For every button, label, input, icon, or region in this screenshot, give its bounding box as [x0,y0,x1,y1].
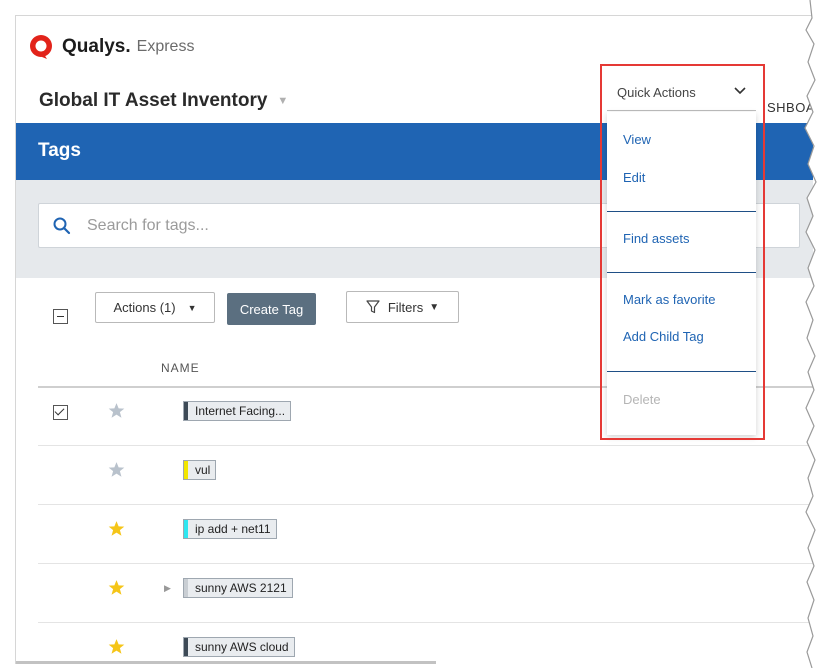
search-input[interactable] [85,215,689,236]
page-title: Tags [38,140,81,161]
menu-item-mark-favorite[interactable]: Mark as favorite [623,292,715,307]
tag-name: sunny AWS 2121 [195,581,287,595]
menu-item-view[interactable]: View [623,132,651,147]
tag-chip[interactable]: Internet Facing... [183,401,292,421]
menu-item-add-child-tag[interactable]: Add Child Tag [623,329,704,344]
brand: Qualys. Express [28,32,194,62]
menu-divider [607,211,756,212]
tag-chip[interactable]: sunny AWS cloud [183,637,295,657]
filter-funnel-icon [366,300,380,314]
tag-chip[interactable]: vul [183,460,217,480]
tag-color-swatch [184,402,188,420]
favorite-star-icon[interactable] [108,579,125,596]
app-window: Qualys. Express Global IT Asset Inventor… [15,15,813,664]
menu-divider [607,272,756,273]
favorite-star-icon[interactable] [108,520,125,537]
qualys-logo-icon [30,35,52,59]
menu-divider [607,371,756,372]
actions-dropdown[interactable]: Actions (1) ▼ [95,292,215,323]
tag-chip[interactable]: sunny AWS 2121 [183,578,293,598]
tag-name: vul [195,463,211,477]
star-outline-icon[interactable] [108,402,125,419]
search-icon [53,217,71,234]
expand-caret-icon[interactable]: ▶ [164,583,171,594]
quick-actions-dropdown[interactable]: Quick Actions [607,74,756,111]
app-title: Global IT Asset Inventory [39,90,268,111]
brand-name: Qualys. [62,36,131,57]
app-switcher[interactable]: Global IT Asset Inventory ▼ [39,90,288,112]
caret-down-icon: ▼ [277,95,289,107]
horizontal-scrollbar[interactable] [16,661,436,664]
tag-color-swatch [184,461,188,479]
table-row[interactable]: ▶ sunny AWS 2121 [38,564,813,623]
row-checkbox[interactable] [53,405,68,420]
tag-chip[interactable]: ip add + net11 [183,519,277,539]
chevron-down-icon [734,87,746,95]
brand-sub: Express [136,38,195,55]
menu-item-edit[interactable]: Edit [623,170,645,185]
select-all-checkbox[interactable] [53,309,68,324]
torn-edge-decoration [804,0,827,668]
filters-label: Filters [387,299,424,315]
favorite-star-icon[interactable] [108,638,125,655]
table-row[interactable]: vul [38,446,813,505]
table-row[interactable]: sunny AWS cloud [38,623,813,664]
quick-actions-menu: View Edit Find assets Mark as favorite A… [607,112,756,435]
filters-button[interactable]: Filters ▼ [346,291,459,323]
tag-name: ip add + net11 [195,522,271,536]
table-row[interactable]: ip add + net11 [38,505,813,564]
column-header-name[interactable]: NAME [161,361,200,375]
caret-down-icon: ▼ [429,301,440,313]
tag-color-swatch [184,520,188,538]
menu-item-delete: Delete [623,392,661,407]
star-outline-icon[interactable] [108,461,125,478]
actions-label: Actions (1) [113,300,176,315]
caret-down-icon: ▼ [187,302,197,313]
tag-name: Internet Facing... [195,404,286,418]
quick-actions-label: Quick Actions [617,84,696,100]
create-tag-button[interactable]: Create Tag [227,293,316,325]
tag-name: sunny AWS cloud [195,640,289,654]
menu-item-find-assets[interactable]: Find assets [623,231,689,246]
tag-color-swatch [184,579,188,597]
tag-color-swatch [184,638,188,656]
